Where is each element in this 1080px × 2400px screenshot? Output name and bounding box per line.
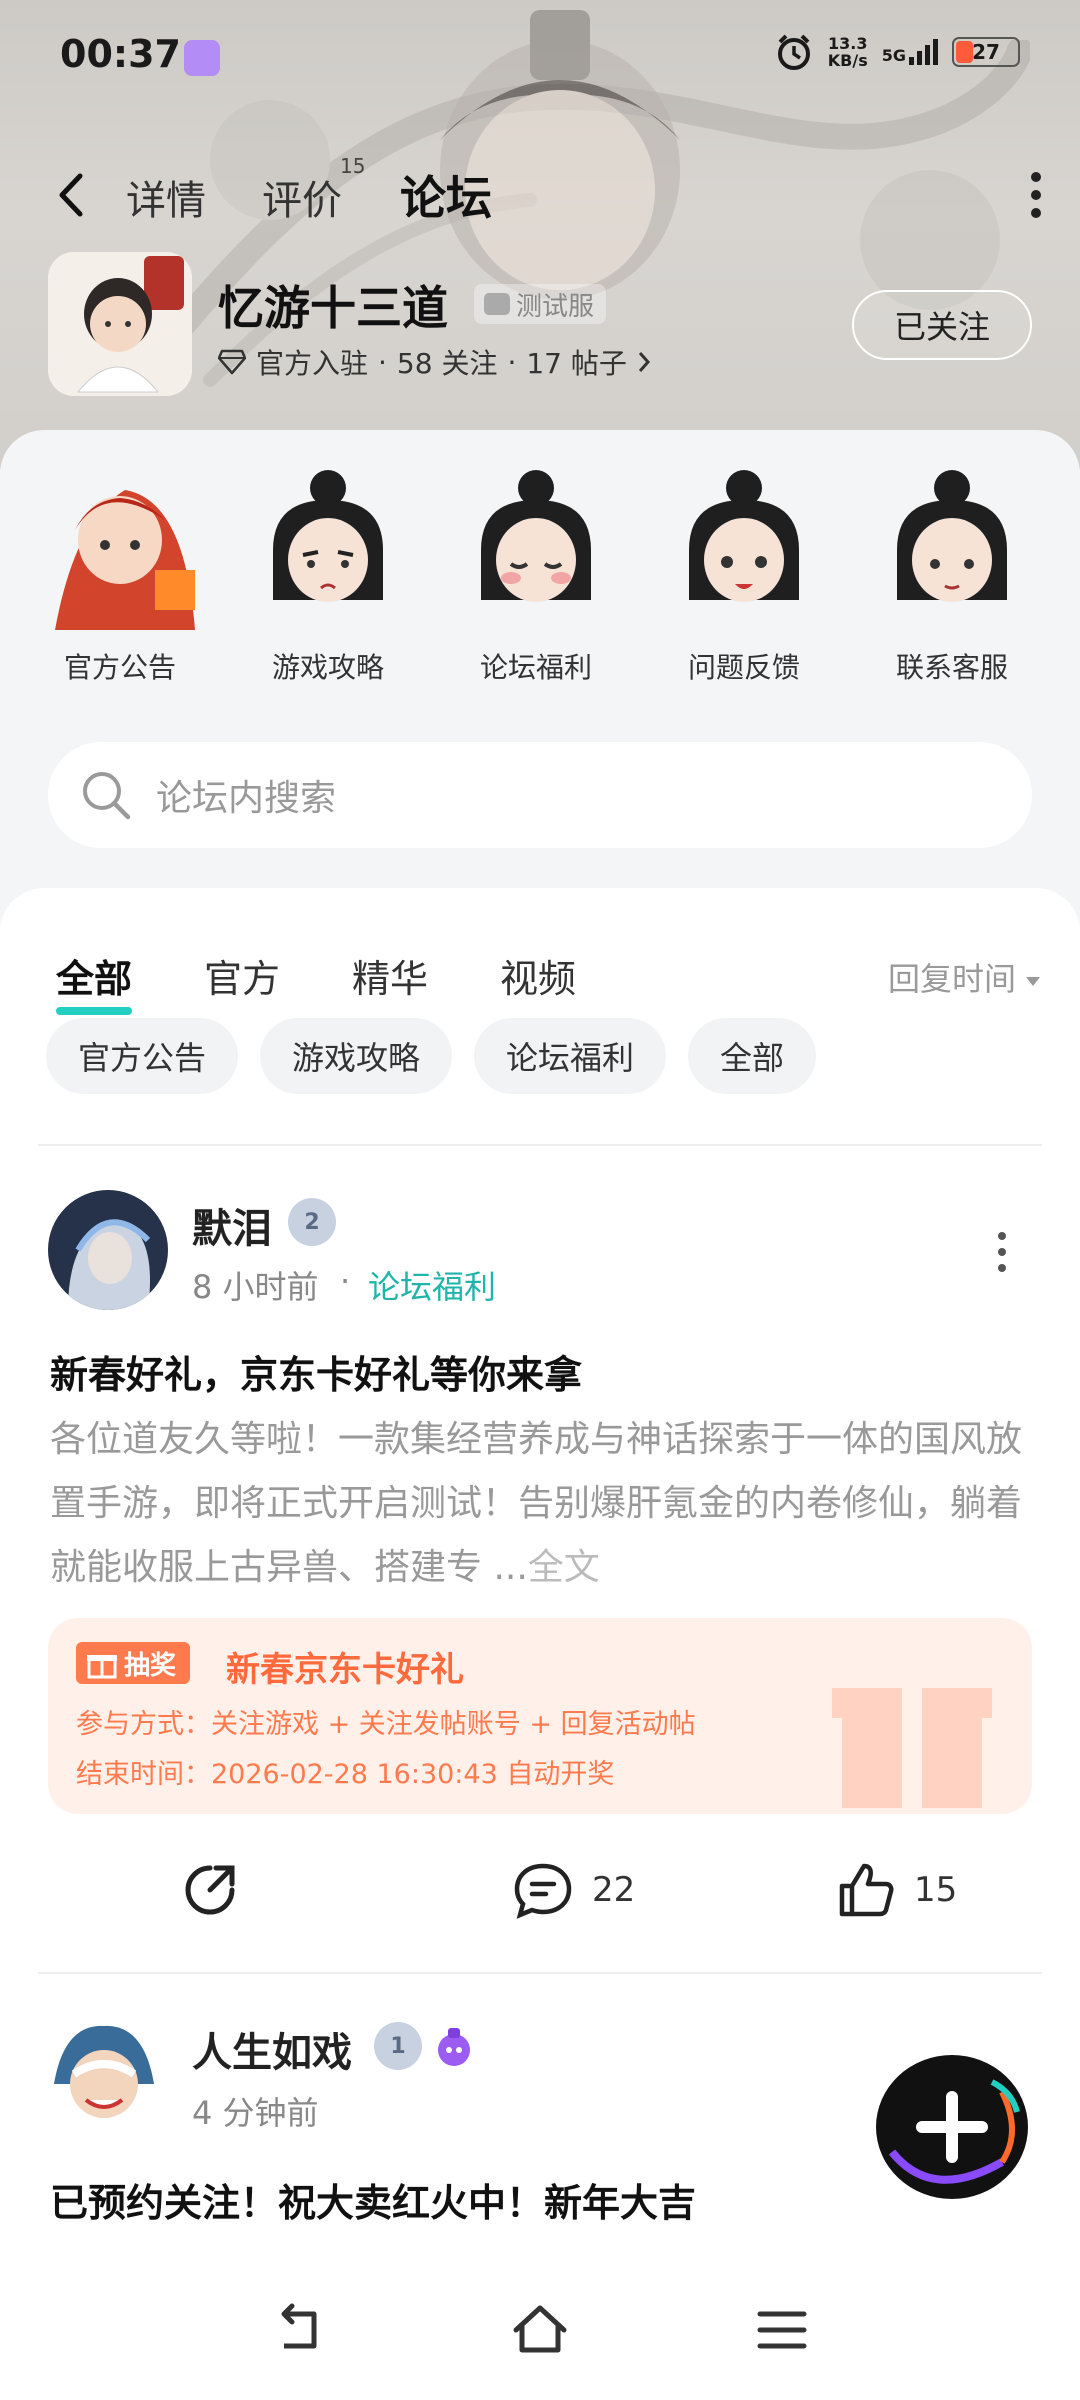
- create-post-fab[interactable]: [872, 2052, 1032, 2202]
- feedback-avatar-icon: [689, 470, 799, 602]
- back-icon[interactable]: [270, 2300, 330, 2360]
- system-nav-bar: [0, 2270, 1080, 2400]
- chip-game-guide[interactable]: 游戏攻略: [260, 1018, 453, 1094]
- top-nav: 详情 评价 15 论坛: [0, 150, 1080, 240]
- post-title[interactable]: 新春好礼，京东卡好礼等你来拿: [50, 1344, 582, 1399]
- home-icon[interactable]: [510, 2300, 570, 2360]
- like-count: 15: [914, 1870, 958, 1910]
- back-arrow-icon[interactable]: [50, 170, 94, 220]
- game-guide-avatar-icon: [273, 470, 383, 602]
- thumbs-up-icon: [839, 1863, 894, 1917]
- filter-tab-featured[interactable]: 精华: [352, 948, 428, 1003]
- test-server-tag: 测试服: [474, 284, 607, 324]
- filter-tab-official[interactable]: 官方: [204, 948, 280, 1003]
- forum-search-bar[interactable]: 论坛内搜索: [48, 742, 1032, 848]
- avatar[interactable]: [44, 2014, 164, 2134]
- full-text-link[interactable]: 全文: [528, 1547, 600, 1588]
- diamond-icon: [218, 349, 246, 375]
- comment-count: 22: [592, 1870, 636, 1910]
- chip-forum-welfare[interactable]: 论坛福利: [474, 1018, 667, 1094]
- menu-icon[interactable]: [752, 2300, 812, 2360]
- lottery-card[interactable]: 抽奖 新春京东卡好礼 参与方式：关注游戏 + 关注发帖账号 + 回复活动帖 结束…: [48, 1618, 1032, 1814]
- category-game-guide[interactable]: 游戏攻略: [228, 460, 428, 686]
- category-feedback[interactable]: 问题反馈: [644, 460, 844, 686]
- divider: [38, 1144, 1042, 1146]
- net-speed: 13.3 KB/s: [827, 34, 868, 70]
- lottery-title: 新春京东卡好礼: [226, 1650, 464, 1690]
- forum-welfare-avatar-icon: [481, 470, 591, 602]
- post-author[interactable]: 人生如戏: [192, 2020, 352, 2078]
- divider: [38, 1972, 1042, 1974]
- tab-reviews[interactable]: 评价: [262, 168, 342, 226]
- post-actions: 22 15: [0, 1836, 1080, 1946]
- gift-icon: [87, 1655, 117, 1679]
- chip-all[interactable]: 全部: [688, 1018, 817, 1094]
- game-meta[interactable]: 官方入驻 · 58 关注 · 17 帖子: [218, 342, 651, 382]
- avatar[interactable]: [48, 1190, 168, 1310]
- post-count: 17 帖子: [526, 347, 627, 380]
- post-more-icon[interactable]: [995, 1232, 1009, 1272]
- category-chips: 官方公告 游戏攻略 论坛福利 全部: [46, 1018, 817, 1094]
- filter-tab-video[interactable]: 视频: [500, 948, 576, 1003]
- status-time: 00:37: [60, 32, 181, 76]
- more-options-icon[interactable]: [1028, 172, 1044, 218]
- customer-service-avatar-icon: [897, 470, 1007, 602]
- gift-watermark-icon: [832, 1688, 992, 1808]
- followed-button[interactable]: 已关注: [852, 290, 1032, 360]
- vip-badge-icon: [438, 2028, 470, 2066]
- chip-official-announcement[interactable]: 官方公告: [46, 1018, 239, 1094]
- signal-icon: 5G: [882, 39, 938, 65]
- share-icon: [185, 1865, 235, 1915]
- reviews-count-badge: 15: [340, 154, 366, 178]
- test-server-icon: [484, 293, 510, 315]
- alarm-icon: [777, 34, 810, 70]
- follow-count: 58 关注: [396, 347, 498, 380]
- sort-dropdown[interactable]: 回复时间: [888, 954, 1040, 1000]
- post-body[interactable]: 各位道友久等啦！一款集经营养成与神话探索于一体的国风放置手游，即将正式开启测试！…: [50, 1408, 1040, 1600]
- post-time: 8 小时前: [192, 1268, 319, 1306]
- category-shortcuts: 官方公告 游戏攻略 论坛福利 问题反馈 联系客服: [0, 460, 1080, 700]
- official-announcement-avatar-icon: [55, 490, 195, 630]
- search-placeholder: 论坛内搜索: [156, 778, 337, 819]
- comment-icon: [514, 1863, 572, 1919]
- battery-icon: 27: [952, 37, 1020, 67]
- status-bar: 00:37 13.3 KB/s 5G 27: [0, 0, 1080, 116]
- search-icon: [83, 772, 131, 820]
- post-author[interactable]: 默泪: [192, 1196, 272, 1254]
- like-button[interactable]: 15: [836, 1860, 957, 1920]
- filter-tabs: 全部 官方 精华 视频: [56, 948, 576, 1015]
- level-badge-icon: 2: [288, 1198, 336, 1246]
- filter-tab-all[interactable]: 全部: [56, 948, 133, 1015]
- comment-button[interactable]: 22: [512, 1860, 635, 1920]
- game-icon: [48, 252, 192, 396]
- chevron-right-icon: [638, 352, 650, 372]
- app-notification-icon: [184, 40, 220, 76]
- lottery-method: 参与方式：关注游戏 + 关注发帖账号 + 回复活动帖: [76, 1709, 696, 1740]
- level-badge-icon: 1: [374, 2022, 422, 2070]
- game-title: 忆游十三道: [218, 281, 448, 335]
- post-title[interactable]: 已预约关注！祝大卖红火中！新年大吉: [50, 2172, 696, 2227]
- post-category-link[interactable]: 论坛福利: [368, 1262, 496, 1308]
- share-button[interactable]: [180, 1860, 240, 1920]
- tab-details[interactable]: 详情: [126, 168, 206, 226]
- lottery-end-time: 结束时间：2026-02-28 16:30:43 自动开奖: [76, 1759, 615, 1790]
- category-customer-service[interactable]: 联系客服: [852, 460, 1052, 686]
- post-time: 4 分钟前: [192, 2094, 319, 2132]
- lottery-tag: 抽奖: [76, 1642, 191, 1684]
- official-label: 官方入驻: [256, 347, 369, 380]
- tab-forum[interactable]: 论坛: [394, 162, 498, 228]
- category-official-announcement[interactable]: 官方公告: [20, 460, 220, 686]
- category-forum-welfare[interactable]: 论坛福利: [436, 460, 636, 686]
